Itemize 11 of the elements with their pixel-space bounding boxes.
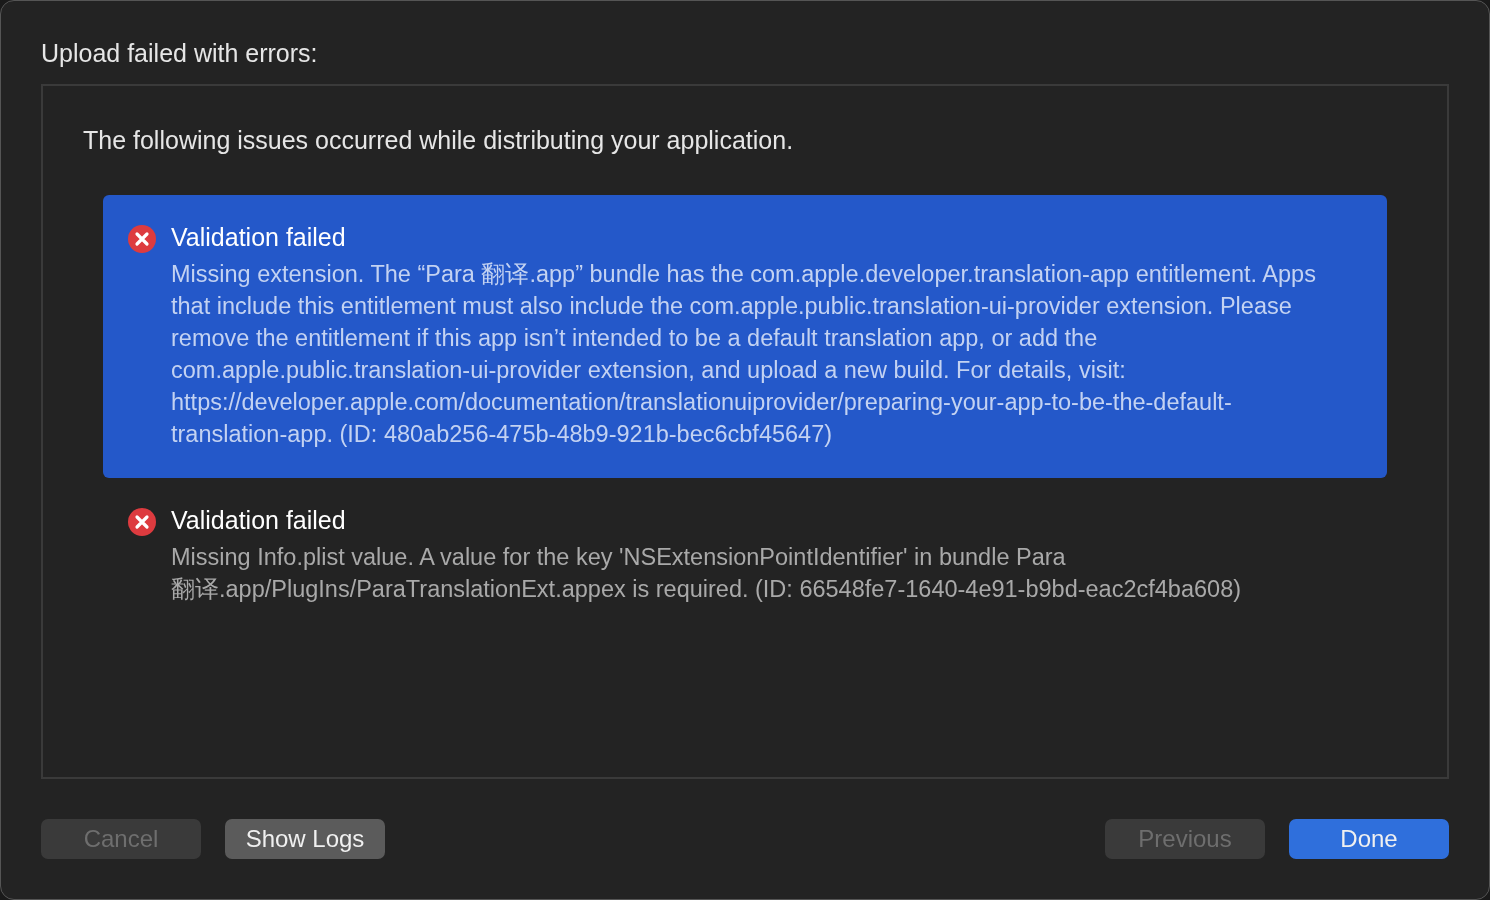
button[interactable]: Show Logs — [225, 819, 385, 859]
intro-text: The following issues occurred while distributing your application. — [83, 126, 795, 155]
dialog-title: Upload failed with errors: — [41, 39, 319, 68]
error-icon — [127, 224, 157, 254]
error-icon — [127, 507, 157, 537]
issue-item[interactable] — [103, 195, 1387, 478]
issue-title: Validation failed — [171, 506, 347, 535]
issue-message: Missing extension. The “Para 翻译.app” bundle has the com.apple.developer.translation-app entitlement. Apps that include this entitlement must also include the com.apple.public.translation-ui-provider extension. Please remove the entitlement if this app isn’t intended to be a default translation app, or add the com.apple.public.translation-ui-provider extension, and upload a new build. For details, visit: https://developer.apple.com/documentation/translationuiprovider/preparing-your-app-to-be-the-default-translation-app. (ID: 480ab256-475b-48b9-921b-bec6cbf45647) — [171, 260, 1317, 449]
issue-title: Validation failed — [171, 223, 347, 252]
issue-message: Missing Info.plist value. A value for the key 'NSExtensionPointIdentifier' in bundle Para 翻译.app/PlugIns/ParaTranslationExt.appex is required. (ID: 66548fe7-1640-4e91-b9bd-eac2cf4ba608) — [171, 543, 1243, 604]
primary-button[interactable]: Done — [1289, 819, 1449, 859]
